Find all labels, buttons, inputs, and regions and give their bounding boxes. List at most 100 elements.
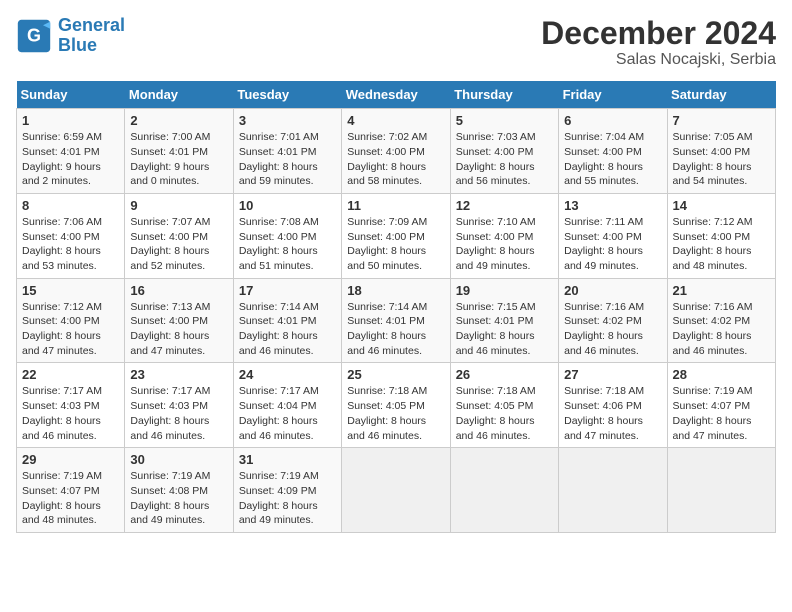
day-detail: Sunrise: 7:06 AMSunset: 4:00 PMDaylight:… (22, 215, 119, 274)
day-detail: Sunrise: 7:07 AMSunset: 4:00 PMDaylight:… (130, 215, 227, 274)
logo: G General Blue (16, 16, 125, 56)
col-tuesday: Tuesday (233, 81, 341, 109)
day-detail: Sunrise: 7:08 AMSunset: 4:00 PMDaylight:… (239, 215, 336, 274)
day-number: 16 (130, 283, 227, 298)
day-detail: Sunrise: 7:14 AMSunset: 4:01 PMDaylight:… (347, 300, 444, 359)
col-saturday: Saturday (667, 81, 775, 109)
calendar-cell: 5 Sunrise: 7:03 AMSunset: 4:00 PMDaylight… (450, 109, 558, 194)
day-number: 20 (564, 283, 661, 298)
day-detail: Sunrise: 7:19 AMSunset: 4:09 PMDaylight:… (239, 469, 336, 528)
day-number: 28 (673, 367, 770, 382)
day-number: 2 (130, 113, 227, 128)
calendar-cell: 13Sunrise: 7:11 AMSunset: 4:00 PMDayligh… (559, 193, 667, 278)
calendar-cell: 8 Sunrise: 7:06 AMSunset: 4:00 PMDaylight… (17, 193, 125, 278)
calendar-cell: 16 Sunrise: 7:13 AMSunset: 4:00 PMDayligh… (125, 278, 233, 363)
calendar-cell: 29 Sunrise: 7:19 AMSunset: 4:07 PMDayligh… (17, 448, 125, 533)
day-detail: Sunrise: 7:04 AMSunset: 4:00 PMDaylight:… (564, 130, 661, 189)
day-number: 7 (673, 113, 770, 128)
calendar-cell (667, 448, 775, 533)
calendar-body: 1 Sunrise: 6:59 AMSunset: 4:01 PMDaylight… (17, 109, 776, 533)
day-detail: Sunrise: 7:05 AMSunset: 4:00 PMDaylight:… (673, 130, 770, 189)
day-number: 25 (347, 367, 444, 382)
day-number: 18 (347, 283, 444, 298)
calendar-cell: 11Sunrise: 7:09 AMSunset: 4:00 PMDayligh… (342, 193, 450, 278)
calendar-cell: 17Sunrise: 7:14 AMSunset: 4:01 PMDayligh… (233, 278, 341, 363)
calendar-cell: 3Sunrise: 7:01 AMSunset: 4:01 PMDaylight… (233, 109, 341, 194)
calendar-week-3: 15 Sunrise: 7:12 AMSunset: 4:00 PMDayligh… (17, 278, 776, 363)
calendar-cell: 24Sunrise: 7:17 AMSunset: 4:04 PMDayligh… (233, 363, 341, 448)
day-number: 23 (130, 367, 227, 382)
day-detail: Sunrise: 7:12 AMSunset: 4:00 PMDaylight:… (22, 300, 119, 359)
calendar-cell: 1 Sunrise: 6:59 AMSunset: 4:01 PMDaylight… (17, 109, 125, 194)
calendar-header: G General Blue December 2024 Salas Nocaj… (16, 16, 776, 69)
day-detail: Sunrise: 7:13 AMSunset: 4:00 PMDaylight:… (130, 300, 227, 359)
day-number: 31 (239, 452, 336, 467)
day-detail: Sunrise: 7:19 AMSunset: 4:07 PMDaylight:… (22, 469, 119, 528)
col-thursday: Thursday (450, 81, 558, 109)
day-number: 13 (564, 198, 661, 213)
day-detail: Sunrise: 7:18 AMSunset: 4:05 PMDaylight:… (456, 384, 553, 443)
day-detail: Sunrise: 7:17 AMSunset: 4:03 PMDaylight:… (22, 384, 119, 443)
day-detail: Sunrise: 7:18 AMSunset: 4:06 PMDaylight:… (564, 384, 661, 443)
calendar-cell: 4 Sunrise: 7:02 AMSunset: 4:00 PMDaylight… (342, 109, 450, 194)
day-number: 22 (22, 367, 119, 382)
day-number: 29 (22, 452, 119, 467)
calendar-week-4: 22 Sunrise: 7:17 AMSunset: 4:03 PMDayligh… (17, 363, 776, 448)
col-sunday: Sunday (17, 81, 125, 109)
calendar-cell: 26 Sunrise: 7:18 AMSunset: 4:05 PMDayligh… (450, 363, 558, 448)
calendar-cell: 7 Sunrise: 7:05 AMSunset: 4:00 PMDaylight… (667, 109, 775, 194)
day-detail: Sunrise: 7:19 AMSunset: 4:07 PMDaylight:… (673, 384, 770, 443)
day-detail: Sunrise: 7:02 AMSunset: 4:00 PMDaylight:… (347, 130, 444, 189)
col-friday: Friday (559, 81, 667, 109)
day-detail: Sunrise: 7:10 AMSunset: 4:00 PMDaylight:… (456, 215, 553, 274)
day-number: 8 (22, 198, 119, 213)
calendar-cell: 28 Sunrise: 7:19 AMSunset: 4:07 PMDayligh… (667, 363, 775, 448)
calendar-cell: 22 Sunrise: 7:17 AMSunset: 4:03 PMDayligh… (17, 363, 125, 448)
calendar-title: December 2024 (541, 16, 776, 51)
calendar-cell: 20Sunrise: 7:16 AMSunset: 4:02 PMDayligh… (559, 278, 667, 363)
calendar-week-5: 29 Sunrise: 7:19 AMSunset: 4:07 PMDayligh… (17, 448, 776, 533)
day-number: 1 (22, 113, 119, 128)
col-wednesday: Wednesday (342, 81, 450, 109)
day-number: 27 (564, 367, 661, 382)
day-number: 4 (347, 113, 444, 128)
day-number: 26 (456, 367, 553, 382)
calendar-cell (342, 448, 450, 533)
logo-text: General Blue (58, 16, 125, 56)
day-number: 5 (456, 113, 553, 128)
day-number: 19 (456, 283, 553, 298)
day-detail: Sunrise: 6:59 AMSunset: 4:01 PMDaylight:… (22, 130, 119, 189)
calendar-cell: 9 Sunrise: 7:07 AMSunset: 4:00 PMDaylight… (125, 193, 233, 278)
day-number: 30 (130, 452, 227, 467)
day-number: 12 (456, 198, 553, 213)
day-detail: Sunrise: 7:15 AMSunset: 4:01 PMDaylight:… (456, 300, 553, 359)
header-row: Sunday Monday Tuesday Wednesday Thursday… (17, 81, 776, 109)
svg-text:G: G (27, 25, 41, 45)
day-detail: Sunrise: 7:16 AMSunset: 4:02 PMDaylight:… (673, 300, 770, 359)
day-number: 17 (239, 283, 336, 298)
day-detail: Sunrise: 7:17 AMSunset: 4:04 PMDaylight:… (239, 384, 336, 443)
day-detail: Sunrise: 7:03 AMSunset: 4:00 PMDaylight:… (456, 130, 553, 189)
calendar-cell: 30 Sunrise: 7:19 AMSunset: 4:08 PMDayligh… (125, 448, 233, 533)
calendar-week-1: 1 Sunrise: 6:59 AMSunset: 4:01 PMDaylight… (17, 109, 776, 194)
calendar-cell (559, 448, 667, 533)
calendar-cell: 10Sunrise: 7:08 AMSunset: 4:00 PMDayligh… (233, 193, 341, 278)
col-monday: Monday (125, 81, 233, 109)
day-detail: Sunrise: 7:17 AMSunset: 4:03 PMDaylight:… (130, 384, 227, 443)
calendar-cell: 21Sunrise: 7:16 AMSunset: 4:02 PMDayligh… (667, 278, 775, 363)
day-detail: Sunrise: 7:12 AMSunset: 4:00 PMDaylight:… (673, 215, 770, 274)
day-number: 3 (239, 113, 336, 128)
calendar-table: Sunday Monday Tuesday Wednesday Thursday… (16, 81, 776, 533)
day-number: 9 (130, 198, 227, 213)
day-number: 6 (564, 113, 661, 128)
calendar-cell: 25 Sunrise: 7:18 AMSunset: 4:05 PMDayligh… (342, 363, 450, 448)
calendar-cell: 27 Sunrise: 7:18 AMSunset: 4:06 PMDayligh… (559, 363, 667, 448)
calendar-cell: 19 Sunrise: 7:15 AMSunset: 4:01 PMDayligh… (450, 278, 558, 363)
day-detail: Sunrise: 7:18 AMSunset: 4:05 PMDaylight:… (347, 384, 444, 443)
calendar-cell: 31 Sunrise: 7:19 AMSunset: 4:09 PMDayligh… (233, 448, 341, 533)
day-detail: Sunrise: 7:19 AMSunset: 4:08 PMDaylight:… (130, 469, 227, 528)
calendar-cell: 6 Sunrise: 7:04 AMSunset: 4:00 PMDaylight… (559, 109, 667, 194)
calendar-cell: 18 Sunrise: 7:14 AMSunset: 4:01 PMDayligh… (342, 278, 450, 363)
day-detail: Sunrise: 7:09 AMSunset: 4:00 PMDaylight:… (347, 215, 444, 274)
day-number: 15 (22, 283, 119, 298)
